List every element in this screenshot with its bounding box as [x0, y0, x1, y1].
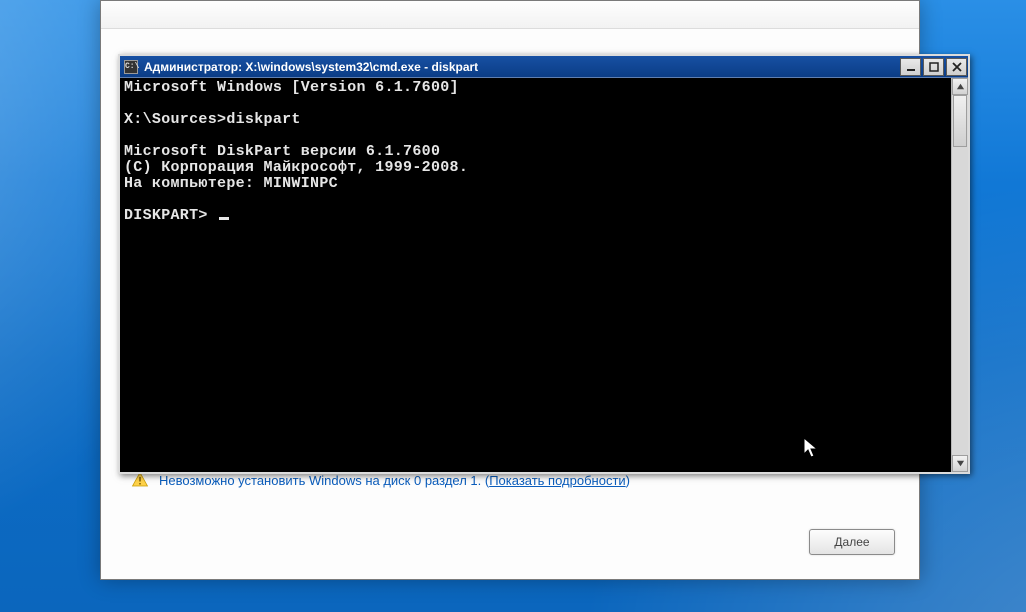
cmd-window-title: Администратор: X:\windows\system32\cmd.e…	[144, 60, 899, 74]
install-warning-suffix: )	[626, 473, 630, 488]
cmd-line: Microsoft Windows [Version 6.1.7600]	[124, 79, 459, 96]
cmd-window: C:\ Администратор: X:\windows\system32\c…	[118, 54, 970, 474]
cmd-icon: C:\	[124, 60, 138, 74]
next-button[interactable]: Далее	[809, 529, 895, 555]
install-warning-text: Невозможно установить Windows на диск 0 …	[159, 473, 630, 488]
minimize-button[interactable]	[900, 58, 921, 76]
cmd-line: X:\Sources>diskpart	[124, 111, 301, 128]
cmd-line: (C) Корпорация Майкрософт, 1999-2008.	[124, 159, 468, 176]
cmd-vertical-scrollbar[interactable]	[951, 78, 968, 472]
cmd-line: На компьютере: MINWINPC	[124, 175, 338, 192]
install-warning-details-link[interactable]: Показать подробности	[489, 473, 625, 488]
cmd-prompt: DISKPART>	[124, 207, 217, 224]
scrollbar-track[interactable]	[952, 95, 968, 455]
scrollbar-down-arrow[interactable]	[952, 455, 968, 472]
cmd-line: Microsoft DiskPart версии 6.1.7600	[124, 143, 440, 160]
close-button[interactable]	[946, 58, 967, 76]
install-warning-prefix: Невозможно установить Windows на диск 0 …	[159, 473, 489, 488]
installer-window-titlebar[interactable]	[101, 1, 919, 29]
cmd-output[interactable]: Microsoft Windows [Version 6.1.7600] X:\…	[120, 78, 951, 472]
cmd-cursor	[219, 217, 229, 220]
maximize-button[interactable]	[923, 58, 944, 76]
cmd-window-buttons	[899, 56, 968, 77]
next-button-label: Далее	[834, 535, 869, 549]
scrollbar-thumb[interactable]	[953, 95, 967, 147]
scrollbar-up-arrow[interactable]	[952, 78, 968, 95]
cmd-client-area: Microsoft Windows [Version 6.1.7600] X:\…	[120, 78, 968, 472]
cmd-titlebar[interactable]: C:\ Администратор: X:\windows\system32\c…	[120, 56, 968, 78]
